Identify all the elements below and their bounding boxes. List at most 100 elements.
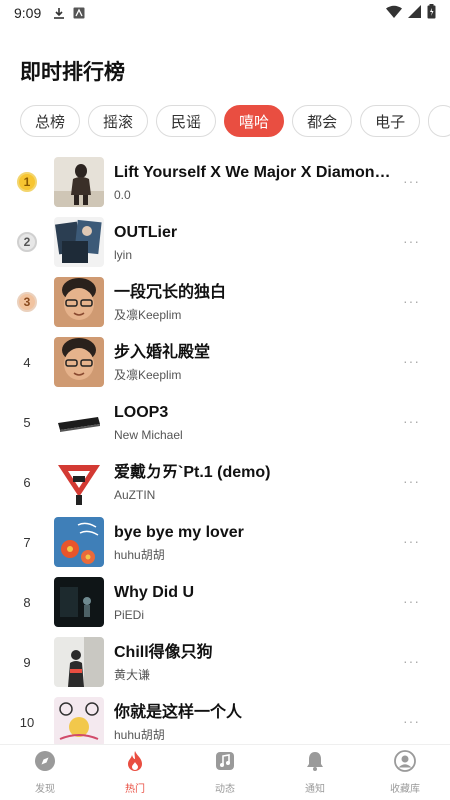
bronze-medal-icon: 3 <box>17 292 37 312</box>
more-options-icon[interactable]: ··· <box>403 233 420 249</box>
song-title: Lift Yourself X We Major X Diamonds... <box>114 163 394 181</box>
nav-label: 动态 <box>215 784 235 795</box>
tab-folk[interactable]: 民谣 <box>156 105 217 137</box>
song-info: 一段冗长的独白 及凛Keeplim <box>114 283 394 322</box>
music-note-icon <box>214 750 236 777</box>
tab-hiphop[interactable]: 嘻哈 <box>224 105 285 137</box>
status-time: 9:09 <box>14 5 42 21</box>
song-title: 一段冗长的独白 <box>114 283 227 301</box>
song-row[interactable]: 2 OUTLier lyin ··· <box>0 212 450 272</box>
song-row[interactable]: 8 Why Did U PiEDi ··· <box>0 572 450 632</box>
nav-label: 收藏库 <box>390 784 420 795</box>
silver-medal-icon: 2 <box>17 232 37 252</box>
song-title: LOOP3 <box>114 403 169 421</box>
song-row[interactable]: 3 一段冗长的独白 及凛Keeplim ··· <box>0 272 450 332</box>
song-row[interactable]: 10 你就是这样一个人 huhu胡胡 ··· <box>0 692 450 752</box>
more-options-icon[interactable]: ··· <box>403 293 420 309</box>
song-artist: New Michael <box>114 427 183 442</box>
more-options-icon[interactable]: ··· <box>403 353 420 369</box>
song-artist: 0.0 <box>114 187 131 202</box>
nav-notifications[interactable]: 通知 <box>270 745 360 800</box>
gold-medal-icon: 1 <box>17 172 37 192</box>
battery-icon <box>427 4 436 22</box>
rank-number: 9 <box>23 654 31 670</box>
rank-number: 7 <box>23 534 31 550</box>
nav-hot[interactable]: 热门 <box>90 745 180 800</box>
rank-number: 6 <box>23 474 31 490</box>
song-row[interactable]: 6 爱戴ㄉㄞ`Pt.1 (demo) AuZTIN ··· <box>0 452 450 512</box>
song-artist: 及凛Keeplim <box>114 367 182 382</box>
song-info: OUTLier lyin <box>114 223 394 262</box>
more-options-icon[interactable]: ··· <box>403 173 420 189</box>
rank-number: 5 <box>23 414 31 430</box>
album-cover <box>54 217 104 267</box>
chart-list: 1 Lift Yourself X We Major X Diamonds...… <box>0 152 450 752</box>
song-artist: lyin <box>114 247 133 262</box>
wifi-icon <box>386 5 402 21</box>
status-bar: 9:09 <box>0 0 450 26</box>
album-cover <box>54 457 104 507</box>
nav-label: 热门 <box>125 784 145 795</box>
rank-badge: 1 <box>0 172 54 192</box>
song-artist: 及凛Keeplim <box>114 307 182 322</box>
nav-feed[interactable]: 动态 <box>180 745 270 800</box>
more-options-icon[interactable]: ··· <box>403 413 420 429</box>
more-options-icon[interactable]: ··· <box>403 653 420 669</box>
genre-tabs: 总榜 摇滚 民谣 嘻哈 都会 电子 <box>20 105 450 139</box>
song-artist: 黄大谦 <box>114 667 151 682</box>
more-options-icon[interactable]: ··· <box>403 593 420 609</box>
page-title: 即时排行榜 <box>20 61 125 84</box>
rank-number: 10 <box>19 714 35 730</box>
song-row[interactable]: 4 步入婚礼殿堂 及凛Keeplim ··· <box>0 332 450 392</box>
tab-more[interactable] <box>428 105 450 137</box>
more-options-icon[interactable]: ··· <box>403 473 420 489</box>
nav-label: 发现 <box>35 784 55 795</box>
album-cover <box>54 697 104 747</box>
nav-library[interactable]: 收藏库 <box>360 745 450 800</box>
song-info: 步入婚礼殿堂 及凛Keeplim <box>114 343 394 382</box>
nav-discover[interactable]: 发现 <box>0 745 90 800</box>
album-cover <box>54 277 104 327</box>
album-cover <box>54 157 104 207</box>
song-title: OUTLier <box>114 223 178 241</box>
song-row[interactable]: 1 Lift Yourself X We Major X Diamonds...… <box>0 152 450 212</box>
album-cover <box>54 577 104 627</box>
song-info: 爱戴ㄉㄞ`Pt.1 (demo) AuZTIN <box>114 463 394 502</box>
more-options-icon[interactable]: ··· <box>403 713 420 729</box>
rank-badge: 2 <box>0 232 54 252</box>
tab-all[interactable]: 总榜 <box>20 105 81 137</box>
compass-icon <box>34 750 56 777</box>
bell-icon <box>304 750 326 777</box>
song-info: Why Did U PiEDi <box>114 583 394 622</box>
more-options-icon[interactable]: ··· <box>403 533 420 549</box>
song-row[interactable]: 7 bye bye my lover huhu胡胡 ··· <box>0 512 450 572</box>
app-notification-icon <box>73 7 85 19</box>
tab-rock[interactable]: 摇滚 <box>88 105 149 137</box>
song-info: 你就是这样一个人 huhu胡胡 <box>114 703 394 742</box>
song-title: 你就是这样一个人 <box>114 703 243 721</box>
album-cover <box>54 397 104 447</box>
tab-electronic[interactable]: 电子 <box>360 105 421 137</box>
flame-icon <box>124 750 146 777</box>
user-icon <box>394 750 416 777</box>
song-artist: AuZTIN <box>114 487 156 502</box>
song-artist: huhu胡胡 <box>114 727 165 742</box>
song-row[interactable]: 5 LOOP3 New Michael ··· <box>0 392 450 452</box>
song-title: bye bye my lover <box>114 523 244 541</box>
song-artist: huhu胡胡 <box>114 547 165 562</box>
song-info: bye bye my lover huhu胡胡 <box>114 523 394 562</box>
tab-urban[interactable]: 都会 <box>292 105 353 137</box>
song-title: Why Did U <box>114 583 194 601</box>
song-title: 步入婚礼殿堂 <box>114 343 211 361</box>
album-cover <box>54 337 104 387</box>
bottom-nav: 发现 热门 动态 通知 收藏库 <box>0 744 450 800</box>
song-info: LOOP3 New Michael <box>114 403 394 442</box>
song-title: Chill得像只狗 <box>114 643 213 661</box>
rank-badge: 3 <box>0 292 54 312</box>
album-cover <box>54 637 104 687</box>
cell-signal-icon <box>408 5 421 21</box>
song-row[interactable]: 9 Chill得像只狗 黄大谦 ··· <box>0 632 450 692</box>
album-cover <box>54 517 104 567</box>
song-title: 爱戴ㄉㄞ`Pt.1 (demo) <box>114 463 271 481</box>
song-artist: PiEDi <box>114 607 145 622</box>
